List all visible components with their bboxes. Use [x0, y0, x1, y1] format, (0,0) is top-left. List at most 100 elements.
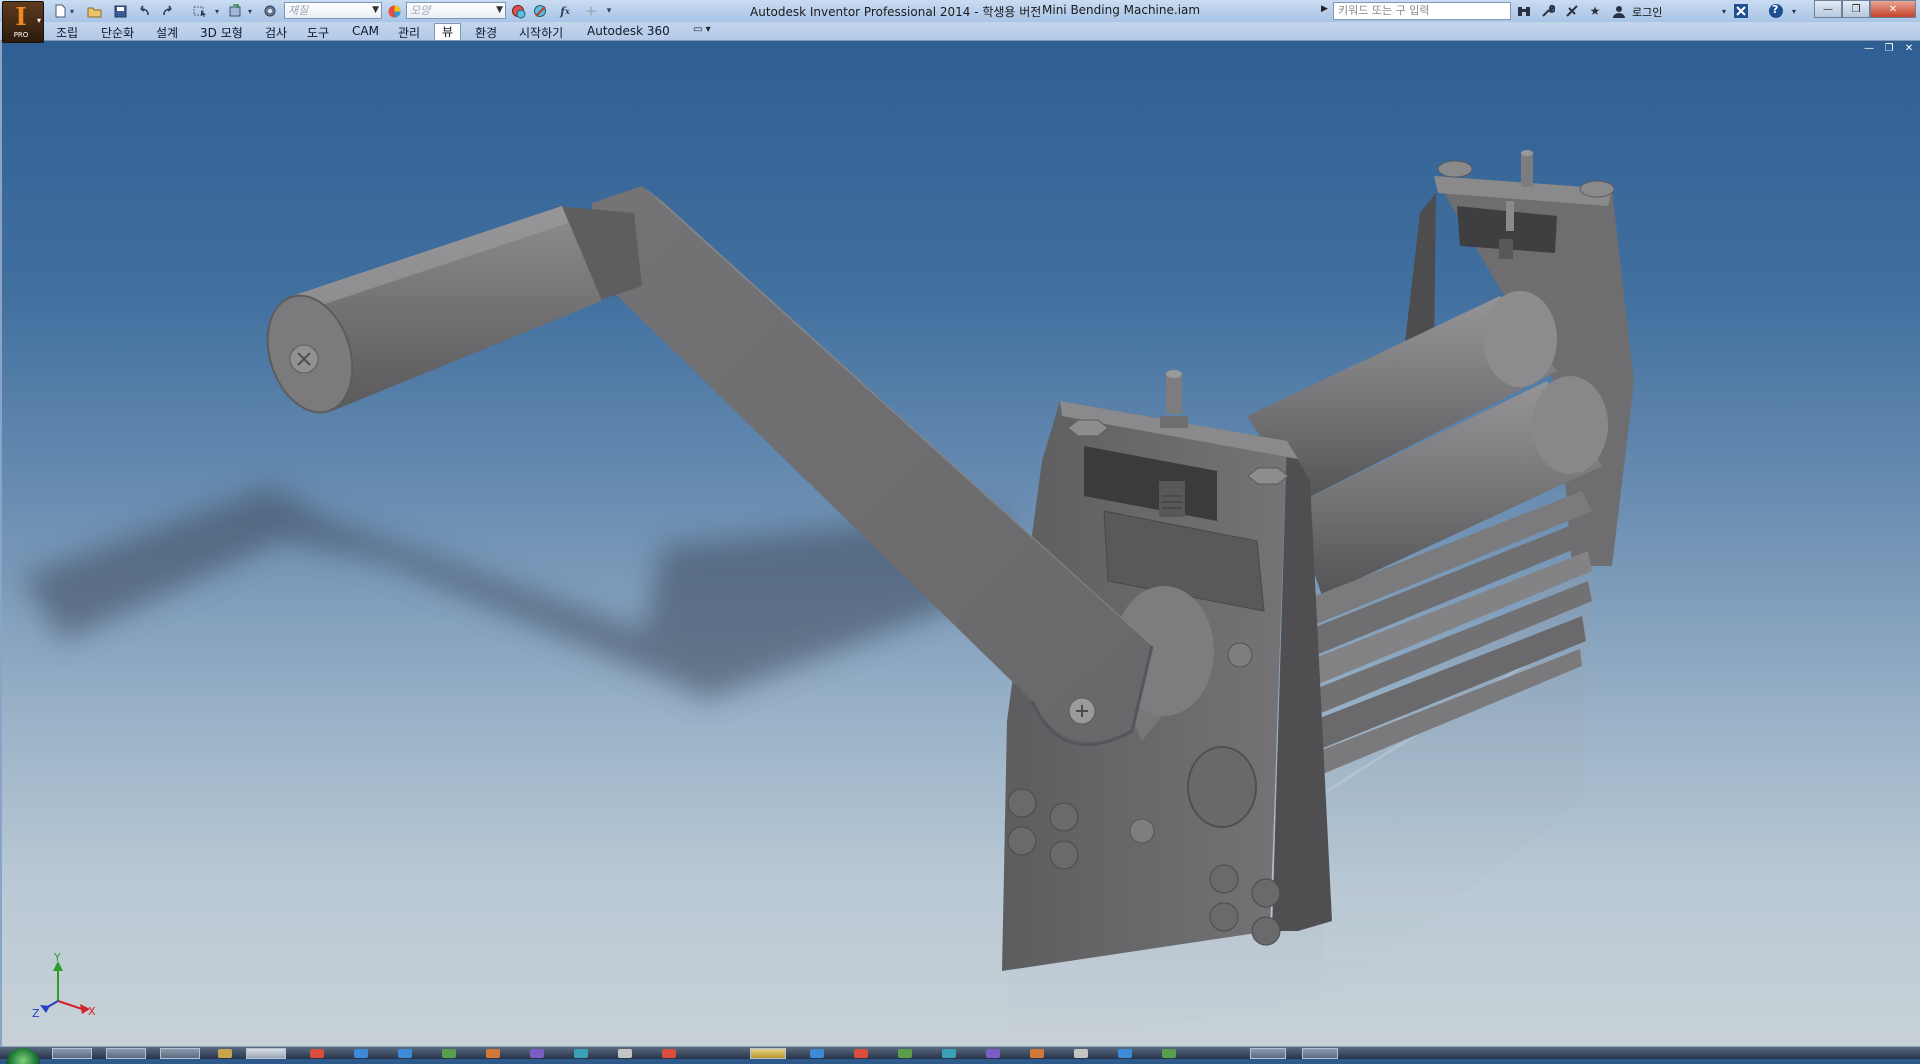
taskbar-app-inventor[interactable] — [246, 1048, 286, 1059]
minimize-window-button[interactable]: — — [1814, 0, 1842, 18]
restore-window-button[interactable]: ❐ — [1842, 0, 1870, 18]
taskbar-app-5[interactable] — [486, 1049, 500, 1058]
material-placeholder: 재질 — [288, 4, 309, 17]
minimize-icon: — — [1823, 3, 1833, 15]
clear-appearance-button[interactable] — [532, 3, 550, 19]
chevron-down-icon: ▼ — [372, 5, 379, 15]
new-file-button[interactable] — [52, 3, 68, 19]
edition-label: PRO — [13, 31, 29, 39]
taskbar-app-3[interactable] — [398, 1049, 412, 1058]
settings-button[interactable] — [262, 3, 278, 19]
taskbar-app-1[interactable] — [310, 1049, 324, 1058]
taskbar-app-19[interactable] — [1162, 1049, 1176, 1058]
tab-simplify[interactable]: 단순화 — [101, 24, 134, 41]
taskbar-app-2[interactable] — [354, 1049, 368, 1058]
taskbar-app-20[interactable] — [1250, 1048, 1286, 1059]
favorites-button[interactable]: ★ — [1587, 3, 1603, 19]
user-icon — [1613, 5, 1625, 18]
tab-assemble[interactable]: 조립 — [56, 24, 78, 41]
binoculars-search-button[interactable] — [1516, 3, 1532, 19]
taskbar-app-13[interactable] — [898, 1049, 912, 1058]
taskbar-app-10[interactable] — [750, 1048, 786, 1059]
measure-button[interactable]: + — [582, 2, 600, 20]
tab-design[interactable]: 설계 — [156, 24, 178, 41]
taskbar-app-folder[interactable] — [218, 1049, 232, 1058]
system-tray[interactable] — [1550, 1049, 1610, 1058]
taskbar-app-media[interactable] — [160, 1048, 200, 1059]
redo-arrow-icon — [163, 5, 172, 16]
login-dropdown[interactable]: ▾ — [1716, 3, 1732, 19]
graphics-viewport[interactable]: — ❐ ✕ Y X Z — [0, 41, 1920, 1046]
customize-toolbar-dropdown[interactable]: ▾ — [604, 3, 614, 19]
close-window-button[interactable]: ✕ — [1870, 0, 1916, 18]
select-button[interactable] — [192, 3, 210, 19]
tab-manage[interactable]: 관리 — [398, 24, 420, 41]
taskbar-app-explorer[interactable] — [52, 1048, 92, 1059]
satellite-icon — [1566, 5, 1578, 17]
close-icon: ✕ — [1888, 3, 1898, 15]
redo-button[interactable] — [160, 3, 176, 19]
select-cursor-icon — [193, 6, 206, 17]
chevron-down-icon: ▾ — [702, 24, 711, 35]
undo-button[interactable] — [136, 3, 152, 19]
taskbar-app-17[interactable] — [1074, 1049, 1088, 1058]
tab-environments[interactable]: 환경 — [475, 24, 497, 41]
crank-handle-grip — [266, 206, 642, 414]
appearance-dropdown[interactable]: 모양 ▼ — [406, 2, 506, 19]
taskbar-app-9[interactable] — [662, 1049, 676, 1058]
application-menu-button[interactable]: I PRO ▾ — [2, 1, 44, 43]
x-axis-label: X — [88, 1005, 96, 1018]
material-dropdown[interactable]: 재질 ▼ — [284, 2, 382, 19]
title-bar: I PRO ▾ ▾ ▾ ▾ 재질 ▼ 모양 ▼ f x + ▾ Autodesk… — [0, 0, 1920, 43]
communication-center-button[interactable] — [1564, 3, 1580, 19]
taskbar-app-4[interactable] — [442, 1049, 456, 1058]
taskbar-app-16[interactable] — [1030, 1049, 1044, 1058]
save-button[interactable] — [112, 3, 128, 19]
tab-get-started[interactable]: 시작하기 — [519, 24, 563, 41]
parameters-button[interactable]: fx — [556, 3, 574, 19]
new-file-dropdown[interactable]: ▾ — [68, 3, 76, 19]
user-account-button[interactable] — [1611, 3, 1627, 19]
bending-machine-model[interactable] — [2, 41, 1918, 1046]
help-button[interactable]: ? — [1768, 3, 1784, 19]
adjust-appearance-button[interactable] — [510, 3, 528, 19]
tab-3d-model[interactable]: 3D 모형 — [200, 24, 243, 41]
exchange-apps-button[interactable] — [1733, 3, 1749, 19]
update-button[interactable] — [226, 3, 244, 19]
search-expand-arrow-icon[interactable]: ▶ — [1321, 4, 1328, 14]
formula-subscript: x — [564, 6, 570, 16]
restore-icon: ❐ — [1851, 3, 1861, 15]
taskbar-app-browser[interactable] — [106, 1048, 146, 1059]
chevron-down-icon: ▾ — [36, 16, 41, 25]
appearance-adjust-icon — [512, 4, 526, 18]
select-dropdown[interactable]: ▾ — [213, 3, 221, 19]
taskbar-app-18[interactable] — [1118, 1049, 1132, 1058]
subscription-button[interactable] — [1540, 3, 1556, 19]
taskbar-app-7[interactable] — [574, 1049, 588, 1058]
taskbar-app-14[interactable] — [942, 1049, 956, 1058]
taskbar-app-15[interactable] — [986, 1049, 1000, 1058]
update-dropdown[interactable]: ▾ — [246, 3, 254, 19]
tab-inspect[interactable]: 검사 — [265, 24, 287, 41]
taskbar-app-12[interactable] — [854, 1049, 868, 1058]
tab-cam[interactable]: CAM — [352, 24, 379, 38]
axis-triad[interactable]: Y X Z — [30, 951, 110, 1021]
start-button[interactable] — [6, 1048, 40, 1064]
tab-view[interactable]: 뷰 — [434, 23, 462, 40]
save-disk-icon — [114, 5, 126, 17]
taskbar-app-11[interactable] — [810, 1049, 824, 1058]
tab-autodesk-360[interactable]: Autodesk 360 — [587, 24, 670, 38]
exchange-x-icon — [1734, 4, 1748, 18]
inventor-logo-icon: I — [15, 2, 27, 31]
help-dropdown[interactable]: ▾ — [1786, 3, 1802, 19]
login-link[interactable]: 로그인 — [1632, 4, 1662, 20]
chevron-down-icon: ▼ — [496, 5, 503, 15]
taskbar-app-6[interactable] — [530, 1049, 544, 1058]
ribbon-display-toggle[interactable]: ▭ ▾ — [693, 24, 711, 35]
appearance-button[interactable] — [385, 3, 403, 19]
tab-tools[interactable]: 도구 — [307, 24, 329, 41]
taskbar-app-8[interactable] — [618, 1049, 632, 1058]
search-input[interactable]: 키워드 또는 구 입력 — [1333, 2, 1511, 20]
taskbar-app-21[interactable] — [1302, 1048, 1338, 1059]
open-button[interactable] — [86, 3, 102, 19]
